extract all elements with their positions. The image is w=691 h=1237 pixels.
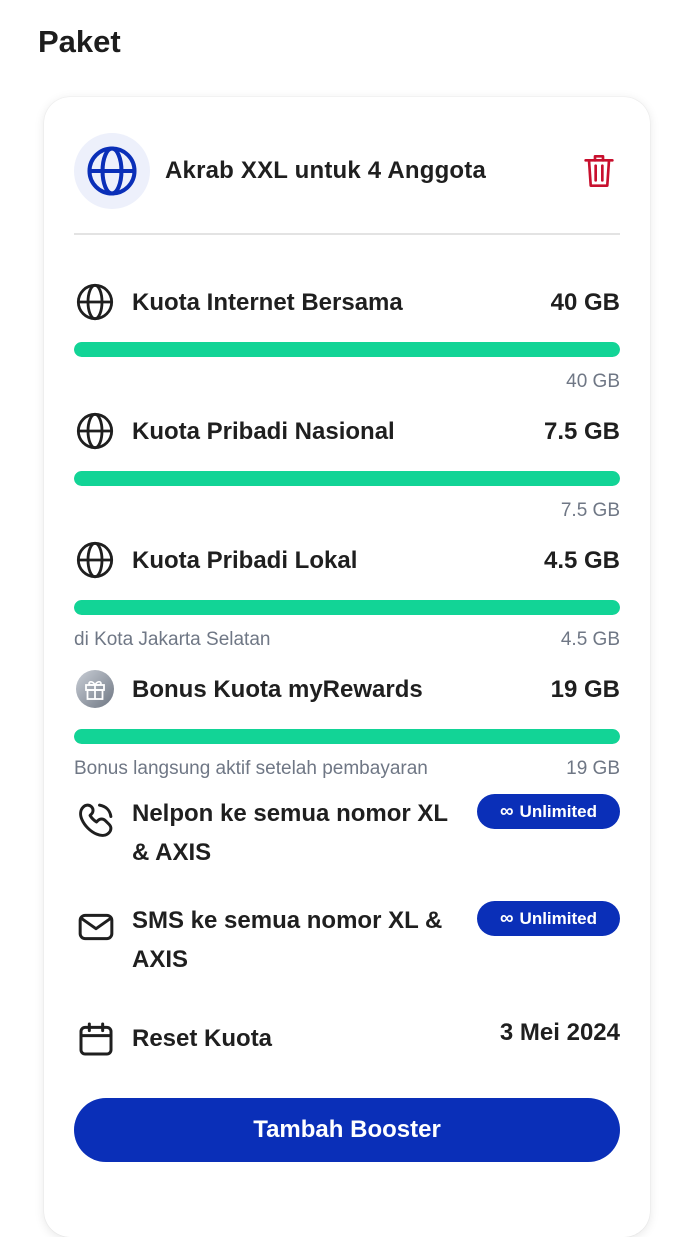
quota-progress-fill (74, 729, 620, 744)
feature-row-nelpon: Nelpon ke semua nomor XL & AXIS ∞ Unlimi… (74, 794, 620, 874)
quota-note: di Kota Jakarta Selatan (74, 629, 271, 650)
feature-label: SMS ke semua nomor XL & AXIS (132, 907, 443, 973)
infinity-icon: ∞ (500, 800, 514, 822)
quota-row-pribadi-lokal: Kuota Pribadi Lokal 4.5 GB di Kota Jakar… (74, 539, 620, 659)
quota-value: 4.5 GB (543, 547, 620, 574)
calendar-icon (74, 1017, 118, 1061)
quota-row-internet-bersama: Kuota Internet Bersama 40 GB 40 GB (74, 281, 620, 401)
reset-date: 3 Mei 2024 (499, 1019, 620, 1046)
package-name: Akrab XXL untuk 4 Anggota (165, 157, 487, 184)
quota-remaining: 4.5 GB (560, 629, 620, 650)
trash-icon[interactable] (582, 151, 616, 191)
quota-remaining: 7.5 GB (560, 500, 620, 521)
mail-icon (74, 905, 118, 949)
package-header: Akrab XXL untuk 4 Anggota (74, 133, 620, 209)
header-divider (74, 233, 620, 235)
quota-progress-bar (74, 342, 620, 357)
quota-progress-fill (74, 342, 620, 357)
quota-progress-fill (74, 600, 620, 615)
globe-icon (74, 281, 116, 323)
reset-label: Reset Kuota (132, 1025, 273, 1052)
globe-icon (74, 539, 116, 581)
add-booster-button[interactable]: Tambah Booster (74, 1098, 620, 1162)
quota-value: 40 GB (550, 289, 620, 316)
quota-label: Kuota Pribadi Nasional (132, 418, 395, 445)
infinity-icon: ∞ (500, 907, 514, 929)
quota-remaining: 19 GB (566, 758, 620, 779)
gift-icon (74, 668, 116, 710)
page-title: Paket (38, 24, 121, 59)
quota-note: Bonus langsung aktif setelah pembayaran (74, 758, 428, 779)
quota-value: 7.5 GB (543, 418, 620, 445)
feature-label: Nelpon ke semua nomor XL & AXIS (132, 800, 448, 866)
reset-row: Reset Kuota 3 Mei 2024 (74, 1017, 620, 1065)
quota-progress-fill (74, 471, 620, 486)
feature-row-sms: SMS ke semua nomor XL & AXIS ∞ Unlimited (74, 901, 620, 981)
quota-progress-bar (74, 729, 620, 744)
globe-icon (74, 133, 150, 209)
quota-value: 19 GB (550, 676, 620, 703)
unlimited-badge: ∞ Unlimited (477, 794, 620, 829)
quota-label: Kuota Pribadi Lokal (132, 547, 358, 574)
quota-progress-bar (74, 600, 620, 615)
package-card: Akrab XXL untuk 4 Anggota Kuota Internet… (44, 97, 650, 1237)
badge-label: Unlimited (519, 908, 597, 928)
quota-row-pribadi-nasional: Kuota Pribadi Nasional 7.5 GB 7.5 GB (74, 410, 620, 530)
quota-label: Bonus Kuota myRewards (132, 676, 423, 703)
unlimited-badge: ∞ Unlimited (477, 901, 620, 936)
globe-icon (74, 410, 116, 452)
quota-row-bonus-myrewards: Bonus Kuota myRewards 19 GB Bonus langsu… (74, 668, 620, 788)
quota-label: Kuota Internet Bersama (132, 289, 403, 316)
quota-remaining: 40 GB (566, 371, 620, 392)
badge-label: Unlimited (519, 801, 597, 821)
quota-progress-bar (74, 471, 620, 486)
phone-icon (74, 798, 118, 842)
